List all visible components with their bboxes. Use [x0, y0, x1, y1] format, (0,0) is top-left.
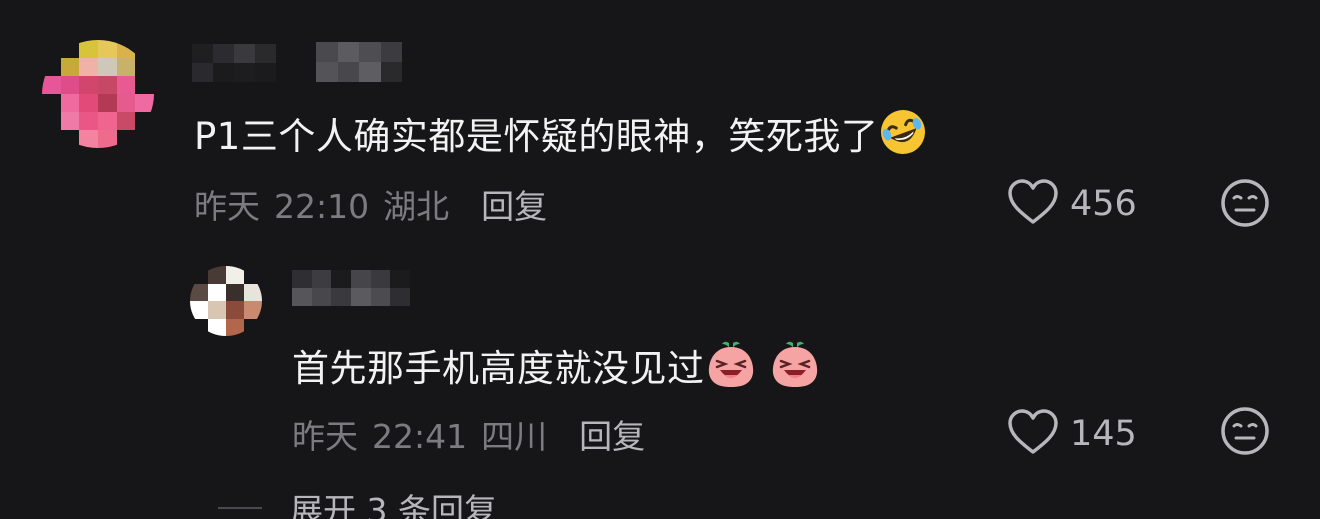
comment-date: 昨天 — [194, 187, 260, 226]
reply-reply-button[interactable]: 回复 — [579, 417, 645, 456]
heart-icon[interactable] — [1006, 408, 1060, 460]
like-count: 456 — [1070, 184, 1137, 224]
reply-body: 首先那手机高度就没见过 — [292, 347, 705, 390]
comment-location: 湖北 — [383, 187, 450, 226]
reply-dislike-button[interactable] — [1220, 406, 1270, 460]
avatar[interactable] — [42, 40, 154, 148]
comment-thread: P1三个人确实都是怀疑的眼神，笑死我了 昨天 22:10 湖北 回复 456 首… — [0, 0, 1320, 519]
expand-replies-button[interactable]: 展开 3 条回复 — [218, 484, 497, 519]
divider — [218, 507, 262, 509]
expand-replies-label[interactable]: 展开 3 条回复 — [290, 484, 497, 519]
like-button[interactable]: 456 — [1006, 178, 1137, 230]
reply-date: 昨天 — [292, 417, 358, 456]
comment-time: 22:10 — [274, 187, 370, 226]
heart-icon[interactable] — [1006, 178, 1060, 230]
laughing-peach-icon — [705, 339, 821, 398]
meh-face-icon[interactable] — [1220, 406, 1270, 456]
comment-body: P1三个人确实都是怀疑的眼神，笑死我了 — [194, 115, 879, 158]
username-blurred[interactable] — [192, 44, 276, 82]
username-blurred[interactable] — [316, 42, 402, 82]
reply-time: 22:41 — [372, 417, 468, 456]
reply-like-button[interactable]: 145 — [1006, 408, 1137, 460]
reply-like-count: 145 — [1070, 414, 1137, 454]
reply-username-blurred[interactable] — [292, 270, 410, 306]
comment-text: P1三个人确实都是怀疑的眼神，笑死我了 — [194, 106, 928, 166]
reply-meta: 昨天 22:41 四川 回复 — [292, 410, 659, 458]
reply-text: 首先那手机高度就没见过 — [292, 338, 821, 398]
reply-avatar[interactable] — [190, 266, 262, 336]
reply-button[interactable]: 回复 — [481, 187, 547, 226]
reply-location: 四川 — [481, 417, 548, 456]
dislike-button[interactable] — [1220, 178, 1270, 232]
comment-meta: 昨天 22:10 湖北 回复 — [194, 180, 561, 228]
rolling-laughing-emoji-icon — [878, 107, 928, 166]
meh-face-icon[interactable] — [1220, 178, 1270, 228]
